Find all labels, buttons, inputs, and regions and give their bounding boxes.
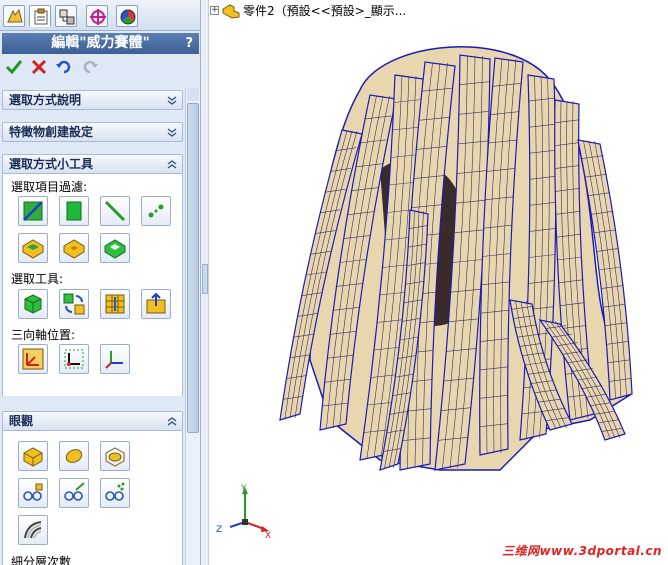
group-display[interactable]: 眼觀 — [2, 411, 183, 431]
display-both-button[interactable] — [100, 441, 130, 471]
triad-world-icon — [22, 348, 44, 370]
filter-body-orange-button[interactable] — [59, 233, 89, 263]
triad-world-button[interactable] — [18, 344, 48, 374]
box-display-icon — [23, 447, 43, 467]
scroll-up-arrow[interactable] — [187, 88, 199, 101]
group-selection-help[interactable]: 選取方式說明 — [2, 90, 183, 110]
zebra-stripes-icon — [24, 521, 42, 539]
glasses-icon — [64, 482, 85, 501]
filter-label: 選取項目過濾: — [11, 180, 88, 194]
tab-configuration-manager[interactable] — [55, 5, 77, 27]
title-text: 編輯"威力賽體" — [51, 35, 150, 51]
tools-label: 選取工具: — [11, 272, 64, 286]
manager-tabs — [0, 0, 200, 31]
glasses-icon — [23, 483, 43, 501]
checkmark-icon — [5, 60, 23, 75]
group-label: 選取方式小工具 — [9, 157, 94, 171]
select-grid-button[interactable] — [100, 289, 130, 319]
cube-icon — [24, 294, 42, 314]
group-label: 特徵物創建設定 — [9, 125, 94, 139]
display-box-button[interactable] — [18, 441, 48, 471]
help-icon[interactable]: ? — [185, 33, 193, 54]
splitter-grip[interactable] — [202, 264, 208, 294]
display-smooth-button[interactable] — [59, 441, 89, 471]
selection-tools-body: 選取項目過濾: 選取工具: 三向軸位置: — [2, 174, 183, 396]
triad-local-icon — [64, 349, 84, 369]
triad-label: 三向軸位置: — [11, 328, 76, 342]
undo-icon — [56, 60, 71, 74]
face-filter-icon — [66, 201, 82, 221]
chevron-up-icon — [167, 417, 177, 426]
display-cage-points-button[interactable] — [18, 478, 48, 508]
solidworks-window: 編輯"威力賽體" ? 選取方式說明 特徵物創建設定 選取方式小工具 選取項目過濾… — [0, 0, 668, 565]
action-buttons — [0, 57, 120, 79]
edge-filter-icon — [23, 201, 43, 221]
grid-icon — [105, 294, 125, 314]
property-manager-panel: 編輯"威力賽體" ? 選取方式說明 特徵物創建設定 選取方式小工具 選取項目過濾… — [0, 0, 201, 565]
triad-x-label: X — [265, 531, 271, 541]
filter-lines-button[interactable] — [100, 196, 130, 226]
configuration-icon — [59, 9, 75, 25]
glasses-icon — [105, 482, 125, 501]
triad-view-icon — [105, 351, 123, 369]
chevron-down-icon — [167, 128, 177, 137]
group-label: 選取方式說明 — [9, 93, 82, 107]
redo-icon — [83, 60, 98, 74]
panel-splitter[interactable] — [201, 0, 209, 565]
property-sheet-icon — [34, 8, 48, 25]
group-label: 眼觀 — [9, 414, 34, 428]
redo-button[interactable] — [80, 57, 100, 77]
display-zebra-button[interactable] — [18, 515, 48, 545]
cancel-button[interactable] — [29, 57, 49, 77]
graphics-area[interactable]: + 零件2（預設<<預設>_顯示... Y X Z 三维网www.3dporta… — [210, 0, 668, 565]
line-filter-icon — [104, 200, 126, 222]
chevron-up-icon — [167, 160, 177, 169]
filter-vertices-button[interactable] — [141, 196, 171, 226]
tab-display-manager[interactable] — [116, 5, 138, 27]
solid-body-icon — [22, 239, 44, 259]
subdivision-label: 細分層次數 — [11, 555, 72, 565]
convert-icon — [63, 293, 85, 315]
filter-faces-button[interactable] — [59, 196, 89, 226]
display-cage-vertices-button[interactable] — [100, 478, 130, 508]
ok-button[interactable] — [4, 57, 24, 77]
filter-body-yellow-button[interactable] — [18, 233, 48, 263]
tab-dimxpert-manager[interactable] — [86, 5, 108, 27]
reference-triad: Y X Z — [216, 484, 271, 541]
triad-y-label: Y — [240, 484, 247, 494]
triad-local-button[interactable] — [59, 344, 89, 374]
tab-feature-manager[interactable] — [3, 5, 25, 27]
color-wheel-icon — [120, 9, 136, 25]
property-manager-title: 編輯"威力賽體" ? — [2, 33, 199, 54]
solid-body-icon — [63, 239, 85, 259]
filter-edges-button[interactable] — [18, 196, 48, 226]
smooth-display-icon — [65, 449, 83, 463]
group-feature-creation[interactable]: 特徵物創建設定 — [2, 122, 183, 142]
solid-body-icon — [104, 239, 126, 259]
chevron-down-icon — [167, 96, 177, 105]
display-body: 細分層次數 — [2, 431, 183, 565]
box-smooth-display-icon — [105, 447, 125, 467]
feature-tree-icon — [7, 8, 23, 23]
panel-scrollbar[interactable] — [185, 88, 200, 565]
group-selection-tools[interactable]: 選取方式小工具 — [2, 154, 183, 174]
triad-view-button[interactable] — [100, 344, 130, 374]
crosshair-icon — [90, 9, 106, 25]
grow-icon — [146, 292, 166, 314]
filter-body-green-button[interactable] — [100, 233, 130, 263]
select-grow-button[interactable] — [141, 289, 171, 319]
close-icon — [31, 59, 47, 75]
vertex-filter-icon — [148, 204, 164, 218]
undo-button[interactable] — [54, 57, 74, 77]
hair-mesh-model[interactable] — [210, 0, 668, 565]
select-box-button[interactable] — [18, 289, 48, 319]
tab-property-manager[interactable] — [29, 5, 51, 27]
display-cage-lines-button[interactable] — [59, 478, 89, 508]
select-convert-button[interactable] — [59, 289, 89, 319]
triad-z-label: Z — [216, 525, 222, 535]
watermark: 三维网www.3dportal.cn — [502, 544, 662, 558]
scroll-thumb[interactable] — [187, 103, 199, 433]
